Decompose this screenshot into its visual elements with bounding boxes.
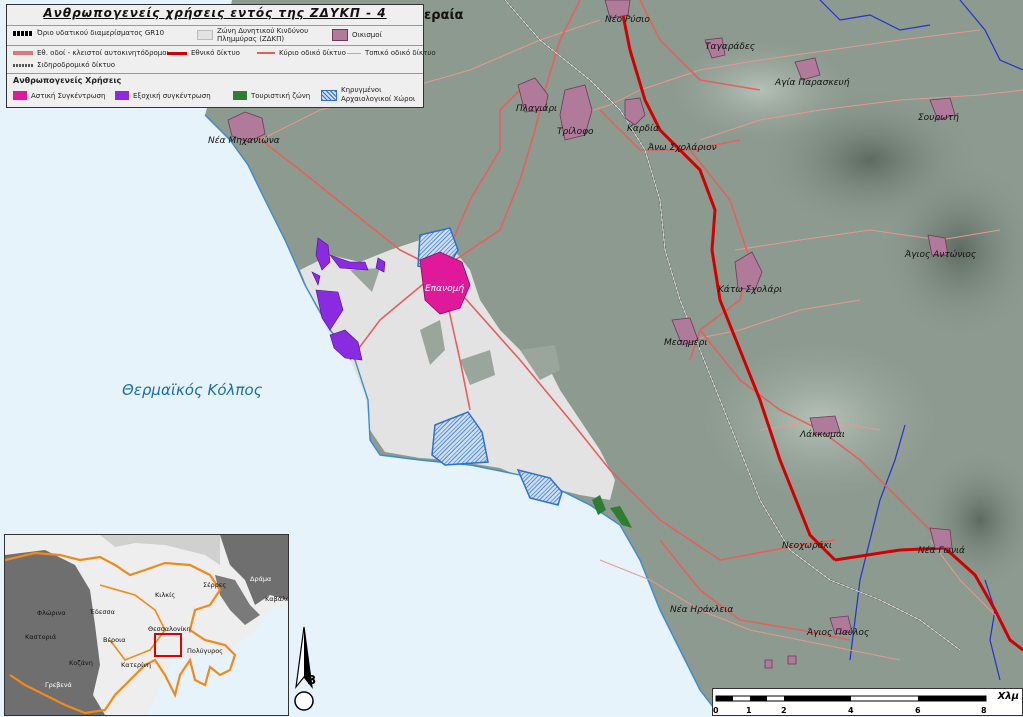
place-label-agios-antonios: Άγιος Αντώνιος [905, 250, 977, 260]
legend-item-main-road: Κύριο οδικό δίκτυο [257, 49, 346, 57]
legend-item-tourist: Τουριστική ζώνη [233, 91, 310, 100]
place-label-epanomi: Επανομή [425, 284, 465, 294]
scale-tick: 6 [915, 706, 921, 715]
place-label-neo-rysio: Νέο Ρύσιο [605, 15, 650, 25]
map-legend: Ανθρωπογενείς χρήσεις εντός της ΖΔΥΚΠ - … [6, 4, 436, 108]
inset-label-veroia: Βέροια [103, 636, 126, 644]
inset-label-kavala: Καβάλα [265, 595, 289, 603]
legend-item-settlements: Οικισμοί [332, 29, 382, 41]
inset-label-polygyros: Πολύγυρος [187, 647, 223, 655]
legend-item-local-road: Τοπικό οδικό δίκτυο [347, 49, 436, 57]
place-label-ano-scholari: Άνω Σχολάριον [648, 143, 717, 153]
legend-item-railway: Σιδηροδρομικό δίκτυο [13, 61, 115, 69]
place-label-lakkomai: Λάκκωμαι [800, 430, 845, 440]
place-label-plagiari: Πλαγιάρι [516, 104, 558, 114]
sea-label: Θερμαϊκός Κόλπος [122, 381, 263, 399]
scale-unit: Χλμ [997, 691, 1019, 702]
inset-label-florina: Φλώρινα [37, 609, 66, 617]
legend-item-urban: Αστική Συγκέντρωση [13, 91, 105, 100]
inset-label-grevena: Γρεβενά [45, 681, 72, 689]
place-label-agia-paraskevi: Αγία Παρασκευή [775, 78, 850, 88]
legend-item-flood-zone: Ζώνη Δυνητικού Κινδύνου Πλημμύρας (ΖΔΚΠ) [197, 27, 337, 43]
place-label-mesimeri: Μεσημέρι [664, 338, 708, 348]
inset-label-kastoria: Καστοριά [25, 633, 57, 641]
scale-tick: 0 [713, 706, 719, 715]
scale-tick: 2 [781, 706, 787, 715]
place-label-sourоti: Σουρωτή [918, 113, 959, 123]
place-label-tagarades: Ταγαράδες [705, 42, 755, 52]
legend-title: Ανθρωπογενείς χρήσεις εντός της ΖΔΥΚΠ - … [43, 6, 387, 20]
place-label-peraia: εραία [424, 8, 464, 23]
inset-label-drama: Δράμα [250, 575, 272, 583]
place-label-agios-pavlos: Άγιος Παύλος [807, 628, 870, 638]
inset-label-edessa: Έδεσσα [90, 608, 115, 616]
inset-map: Φλώρινα Έδεσσα Κιλκίς Σέρρες Δράμα Καβάλ… [4, 534, 289, 716]
scale-tick: 8 [981, 706, 987, 715]
place-label-kardia: Καρδία [627, 124, 660, 134]
scale-tick: 1 [746, 706, 752, 715]
inset-label-kozani: Κοζάνη [69, 659, 93, 667]
place-label-nea-michaniona: Νέα Μηχανιώνα [208, 136, 280, 146]
inset-label-kilkis: Κιλκίς [155, 591, 176, 599]
place-label-nea-gonia: Νέα Γωνιά [918, 546, 965, 556]
inset-label-katerini: Κατερίνη [121, 661, 152, 669]
inset-label-thessaloniki: Θεσσαλονίκη [148, 625, 191, 633]
legend-item-motorways: Εθ. οδοί - κλειστοί αυτοκινητόδρομοι [13, 49, 169, 57]
legend-item-holiday: Εξοχική συγκέντρωση [115, 91, 211, 100]
legend-item-archaeo: Κηρυγμένοι Αρχαιολογικοί Χώροι [321, 86, 426, 104]
north-label: Β [307, 673, 317, 687]
place-label-kato-scholari: Κάτω Σχολάρι [718, 285, 783, 295]
legend-uses-heading: Ανθρωπογενείς Χρήσεις [13, 76, 122, 85]
place-label-nea-irakleia: Νέα Ηράκλεια [670, 605, 734, 615]
legend-item-national: Εθνικό δίκτυο [167, 49, 240, 57]
place-label-trilofo: Τρίλοφο [557, 127, 594, 137]
scale-tick: 4 [848, 706, 854, 715]
legend-item-boundary: Όριο υδατικού διαμερίσματος GR10 [13, 29, 164, 37]
north-arrow: Β [290, 625, 320, 713]
inset-label-serres: Σέρρες [203, 581, 227, 589]
place-label-neochoraki: Νεοχωράκι [782, 541, 832, 551]
scale-bar: 0 1 2 4 6 8 Χλμ [712, 688, 1023, 716]
